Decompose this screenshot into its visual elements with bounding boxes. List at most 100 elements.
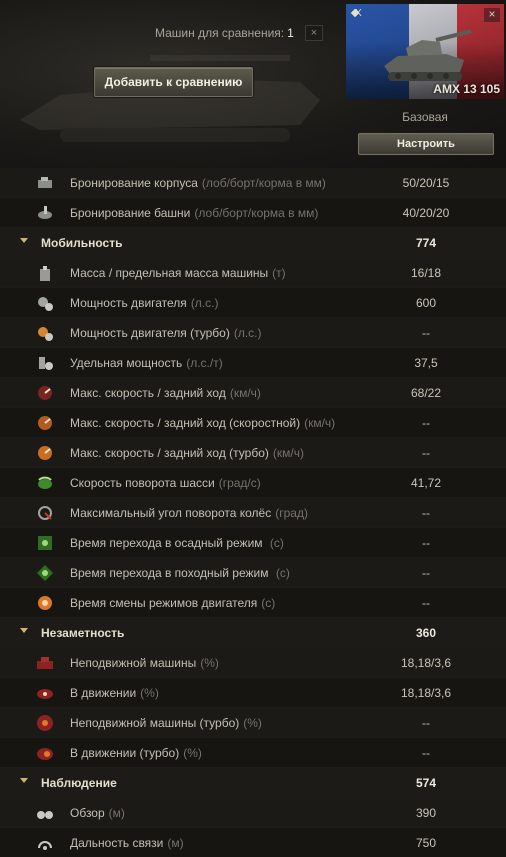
- parameter-name: Бронирование корпуса: [70, 176, 198, 190]
- section-title: Незаметность: [41, 626, 125, 640]
- parameter-unit: (м): [167, 836, 184, 850]
- engine-mode-switch-icon: [38, 596, 52, 610]
- parameter-value: --: [422, 566, 430, 580]
- parameter-name: В движении (турбо): [70, 746, 180, 760]
- parameter-label: Максимальный угол поворота колёс (град): [70, 506, 308, 520]
- section-row[interactable]: Мобильность 774: [0, 228, 506, 258]
- parameter-value: 600: [415, 296, 437, 310]
- radio-range-icon: [38, 841, 52, 850]
- parameter-name: Время смены режимов двигателя: [70, 596, 258, 610]
- parameter-unit: (с): [269, 536, 284, 550]
- parameter-name: Удельная мощность: [70, 356, 183, 370]
- compare-count-text: Машин для сравнения: 1: [155, 26, 294, 40]
- specific-power-icon: [39, 357, 53, 370]
- parameter-unit: (л.с.): [233, 326, 262, 340]
- chevron-down-icon[interactable]: [20, 628, 28, 633]
- parameter-name: Макс. скорость / задний ход: [70, 386, 226, 400]
- camo-moving-turbo-icon: [37, 748, 53, 760]
- parameter-value: 750: [415, 836, 437, 850]
- chevron-down-icon[interactable]: [20, 778, 28, 783]
- parameter-value: --: [422, 416, 430, 430]
- parameter-unit: (град): [275, 506, 308, 520]
- engine-power-icon: [38, 297, 53, 311]
- section-row[interactable]: Наблюдение 574: [0, 768, 506, 798]
- remove-vehicle-button[interactable]: ×: [484, 8, 500, 22]
- parameter-unit: (м): [108, 806, 125, 820]
- parameter-value: --: [422, 506, 430, 520]
- parameter-row: В движении (турбо) (%) --: [0, 738, 506, 768]
- parameter-label: Мощность двигателя (турбо) (л.с.): [70, 326, 262, 340]
- configuration-label: Базовая: [402, 110, 448, 124]
- parameter-value: 16/18: [410, 266, 442, 280]
- parameter-label: Время перехода в осадный режим (с): [70, 536, 284, 550]
- parameter-row: Макс. скорость / задний ход (турбо) (км/ч…: [0, 438, 506, 468]
- siege-mode-icon: [38, 536, 52, 550]
- add-to-compare-button[interactable]: Добавить к сравнению: [94, 67, 253, 97]
- parameter-row: Макс. скорость / задний ход (км/ч) 68/22: [0, 378, 506, 408]
- parameter-unit: (град/с): [218, 476, 261, 490]
- parameter-label: Дальность связи (м): [70, 836, 184, 850]
- configure-button[interactable]: Настроить: [358, 133, 494, 155]
- parameter-row: Максимальный угол поворота колёс (град) --: [0, 498, 506, 528]
- compare-count-value: 1: [287, 26, 294, 40]
- camo-still-icon: [37, 657, 53, 669]
- parameter-name: Макс. скорость / задний ход (турбо): [70, 446, 269, 460]
- parameter-unit: (с): [261, 596, 276, 610]
- parameter-unit: (с): [275, 566, 290, 580]
- compare-header: Машин для сравнения: 1 × Добавить к сравн…: [0, 0, 506, 172]
- section-row[interactable]: Незаметность 360: [0, 618, 506, 648]
- speed-limits-icon: [38, 386, 52, 400]
- parameter-value: --: [422, 536, 430, 550]
- parameter-row: Мощность двигателя (л.с.) 600: [0, 288, 506, 318]
- parameter-row: Скорость поворота шасси (град/с) 41,72: [0, 468, 506, 498]
- parameter-unit: (%): [200, 656, 219, 670]
- parameter-value: 37,5: [414, 356, 438, 370]
- parameter-label: В движении (турбо) (%): [70, 746, 202, 760]
- clear-compare-button[interactable]: ×: [305, 25, 323, 41]
- parameter-row: Время перехода в походный режим (с) --: [0, 558, 506, 588]
- parameter-row: Масса / предельная масса машины (т) 16/18: [0, 258, 506, 288]
- weight-icon: [40, 266, 50, 281]
- parameter-label: Масса / предельная масса машины (т): [70, 266, 286, 280]
- speed-turbo-icon: [38, 446, 52, 460]
- parameter-value: 41,72: [410, 476, 442, 490]
- parameter-row: Мощность двигателя (турбо) (л.с.) --: [0, 318, 506, 348]
- parameter-row: Обзор (м) 390: [0, 798, 506, 828]
- tank-image: [384, 29, 472, 81]
- vehicle-tier: X: [355, 8, 362, 19]
- section-score: 360: [415, 626, 437, 640]
- parameter-label: Макс. скорость / задний ход (скоростной)…: [70, 416, 335, 430]
- parameter-value: --: [422, 716, 430, 730]
- parameter-name: Время перехода в походный режим: [70, 566, 272, 580]
- parameter-name: Масса / предельная масса машины: [70, 266, 269, 280]
- parameter-value: --: [422, 446, 430, 460]
- parameter-label: Макс. скорость / задний ход (км/ч): [70, 386, 261, 400]
- chevron-down-icon[interactable]: [20, 238, 28, 243]
- parameter-value: 18,18/3,6: [400, 686, 452, 700]
- parameter-label: В движении (%): [70, 686, 159, 700]
- parameter-name: Макс. скорость / задний ход (скоростной): [70, 416, 301, 430]
- parameter-label: Удельная мощность (л.с./т): [70, 356, 223, 370]
- hull-armor-icon: [38, 177, 52, 188]
- parameter-label: Время смены режимов двигателя (с): [70, 596, 275, 610]
- parameter-value: 68/22: [410, 386, 442, 400]
- parameter-row: Удельная мощность (л.с./т) 37,5: [0, 348, 506, 378]
- parameter-label: Бронирование корпуса (лоб/борт/корма в мм…: [70, 176, 326, 190]
- parameter-unit: (км/ч): [229, 386, 261, 400]
- parameters-table: Бронирование корпуса (лоб/борт/корма в мм…: [0, 168, 506, 857]
- parameter-label: Время перехода в походный режим (с): [70, 566, 290, 580]
- parameter-value: 50/20/15: [402, 176, 450, 190]
- parameter-unit: (т): [272, 266, 286, 280]
- parameter-name: В движении: [70, 686, 137, 700]
- parameter-value: --: [422, 596, 430, 610]
- parameter-name: Бронирование башни: [70, 206, 191, 220]
- parameter-name: Скорость поворота шасси: [70, 476, 215, 490]
- parameter-value: --: [422, 746, 430, 760]
- parameter-name: Дальность связи: [70, 836, 164, 850]
- parameter-name: Неподвижной машины (турбо): [70, 716, 240, 730]
- parameter-name: Мощность двигателя (турбо): [70, 326, 230, 340]
- parameter-unit: (л.с.): [190, 296, 219, 310]
- parameter-label: Бронирование башни (лоб/борт/корма в мм): [70, 206, 318, 220]
- parameter-row: Неподвижной машины (турбо) (%) --: [0, 708, 506, 738]
- section-title: Наблюдение: [41, 776, 117, 790]
